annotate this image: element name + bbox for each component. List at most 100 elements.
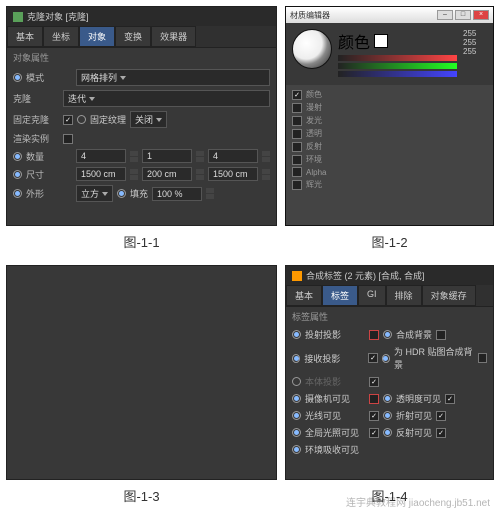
spinner[interactable]	[130, 151, 138, 162]
gi-vis-check[interactable]: ✓	[369, 428, 379, 438]
opt-radio[interactable]	[292, 330, 301, 339]
material-preview[interactable]	[292, 29, 332, 69]
fixclone-checkbox[interactable]: ✓	[63, 115, 73, 125]
reflect-vis-check[interactable]: ✓	[436, 428, 446, 438]
spinner[interactable]	[206, 188, 214, 199]
tab-row: 基本 坐标 对象 变换 效果器	[7, 26, 276, 48]
count-radio[interactable]	[13, 152, 22, 161]
opt-radio[interactable]	[383, 428, 392, 437]
opt-radio[interactable]	[383, 330, 392, 339]
ch-check[interactable]: ✓	[292, 90, 302, 100]
hdr-bg-check[interactable]	[478, 353, 487, 363]
ch-check[interactable]	[292, 155, 302, 165]
ch-alpha[interactable]: Alpha	[306, 168, 326, 177]
opt-radio[interactable]	[292, 394, 301, 403]
spinner[interactable]	[196, 169, 204, 180]
count-z[interactable]: 4	[208, 149, 258, 163]
tab-tag[interactable]: 标签	[322, 285, 358, 306]
ch-env[interactable]: 环境	[306, 154, 322, 165]
tab-coord[interactable]: 坐标	[43, 26, 79, 47]
r-value: 255	[463, 29, 487, 38]
inst-checkbox[interactable]	[63, 134, 73, 144]
ch-lumin[interactable]: 发光	[306, 115, 322, 126]
size-x[interactable]: 1500 cm	[76, 167, 126, 181]
cast-shadow-label: 投射投影	[305, 328, 365, 341]
ch-check[interactable]	[292, 129, 302, 139]
color-swatch[interactable]	[374, 34, 388, 48]
mode-radio[interactable]	[13, 73, 22, 82]
comp-bg-check[interactable]	[436, 330, 446, 340]
cloner-icon	[13, 12, 23, 22]
tab-basic[interactable]: 基本	[286, 285, 322, 306]
size-z[interactable]: 1500 cm	[208, 167, 258, 181]
ray-vis-check[interactable]: ✓	[369, 411, 379, 421]
fixtex-dropdown[interactable]: 关闭	[130, 111, 167, 128]
minimize-button[interactable]: –	[437, 10, 453, 20]
caption-1-2: 图-1-2	[285, 226, 494, 257]
tab-cache[interactable]: 对象缓存	[422, 285, 476, 306]
ch-check[interactable]	[292, 167, 302, 177]
ch-glow[interactable]: 辉光	[306, 179, 322, 190]
spinner[interactable]	[262, 151, 270, 162]
maximize-button[interactable]: □	[455, 10, 471, 20]
cam-vis-check[interactable]	[369, 394, 379, 404]
opt-radio[interactable]	[292, 411, 301, 420]
spinner[interactable]	[262, 169, 270, 180]
tab-basic[interactable]: 基本	[7, 26, 43, 47]
ch-check[interactable]	[292, 103, 302, 113]
fill-radio[interactable]	[117, 189, 126, 198]
channel-list: ✓ 颜色 漫射 发光 透明 反射 环境 Alpha 辉光	[286, 85, 493, 194]
caption-1-1: 图-1-1	[6, 226, 277, 257]
trans-vis-check[interactable]: ✓	[445, 394, 455, 404]
clone-label: 克隆	[13, 92, 59, 105]
opt-radio[interactable]	[382, 354, 390, 363]
ch-reflect[interactable]: 反射	[306, 141, 322, 152]
clone-dropdown[interactable]: 迭代	[63, 90, 270, 107]
ch-diffuse[interactable]: 漫射	[306, 102, 322, 113]
panel-title: 合成标签 (2 元素) [合成, 合成]	[286, 266, 493, 285]
size-y[interactable]: 200 cm	[142, 167, 192, 181]
ch-check[interactable]	[292, 116, 302, 126]
blue-slider[interactable]	[338, 71, 457, 77]
shape-radio[interactable]	[13, 189, 22, 198]
fixtex-radio[interactable]	[77, 115, 86, 124]
opt-radio[interactable]	[292, 428, 301, 437]
ch-color[interactable]: 颜色	[306, 89, 322, 100]
fixclone-label: 固定克隆	[13, 113, 59, 126]
tab-transform[interactable]: 变换	[115, 26, 151, 47]
material-editor-window: 材质编辑器–□× 颜色 255255255 ✓颜色 漫射 发光 透明 反射 环境…	[285, 6, 494, 226]
cast-shadow-check[interactable]	[369, 330, 379, 340]
opt-radio[interactable]	[292, 445, 301, 454]
ch-check[interactable]	[292, 142, 302, 152]
ch-check[interactable]	[292, 180, 302, 190]
fill-field[interactable]: 100 %	[152, 187, 202, 201]
tab-gi[interactable]: GI	[358, 285, 386, 306]
self-shadow-check[interactable]: ✓	[369, 377, 379, 387]
tab-exclude[interactable]: 排除	[386, 285, 422, 306]
compositing-tag-panel: 合成标签 (2 元素) [合成, 合成] 基本 标签 GI 排除 对象缓存 标签…	[285, 265, 494, 480]
recv-shadow-check[interactable]: ✓	[368, 353, 377, 363]
count-x[interactable]: 4	[76, 149, 126, 163]
opt-radio[interactable]	[383, 411, 392, 420]
cloner-panel: 克隆对象 [克隆] 基本 坐标 对象 变换 效果器 对象属性 模式网格排列 克隆…	[6, 6, 277, 226]
count-y[interactable]: 1	[142, 149, 192, 163]
spinner[interactable]	[130, 169, 138, 180]
opt-radio[interactable]	[292, 377, 301, 386]
shape-dropdown[interactable]: 立方	[76, 185, 113, 202]
trans-vis-label: 透明度可见	[396, 392, 441, 405]
tab-effector[interactable]: 效果器	[151, 26, 196, 47]
opt-radio[interactable]	[383, 394, 392, 403]
red-slider[interactable]	[338, 55, 457, 61]
spinner[interactable]	[196, 151, 204, 162]
opt-radio[interactable]	[292, 354, 300, 363]
refract-vis-label: 折射可见	[396, 409, 432, 422]
mode-dropdown[interactable]: 网格排列	[76, 69, 270, 86]
tab-object[interactable]: 对象	[79, 26, 115, 47]
refract-vis-check[interactable]: ✓	[436, 411, 446, 421]
panel-title: 克隆对象 [克隆]	[7, 7, 276, 26]
size-radio[interactable]	[13, 170, 22, 179]
gi-vis-label: 全局光照可见	[305, 426, 365, 439]
ch-trans[interactable]: 透明	[306, 128, 322, 139]
green-slider[interactable]	[338, 63, 457, 69]
close-button[interactable]: ×	[473, 10, 489, 20]
